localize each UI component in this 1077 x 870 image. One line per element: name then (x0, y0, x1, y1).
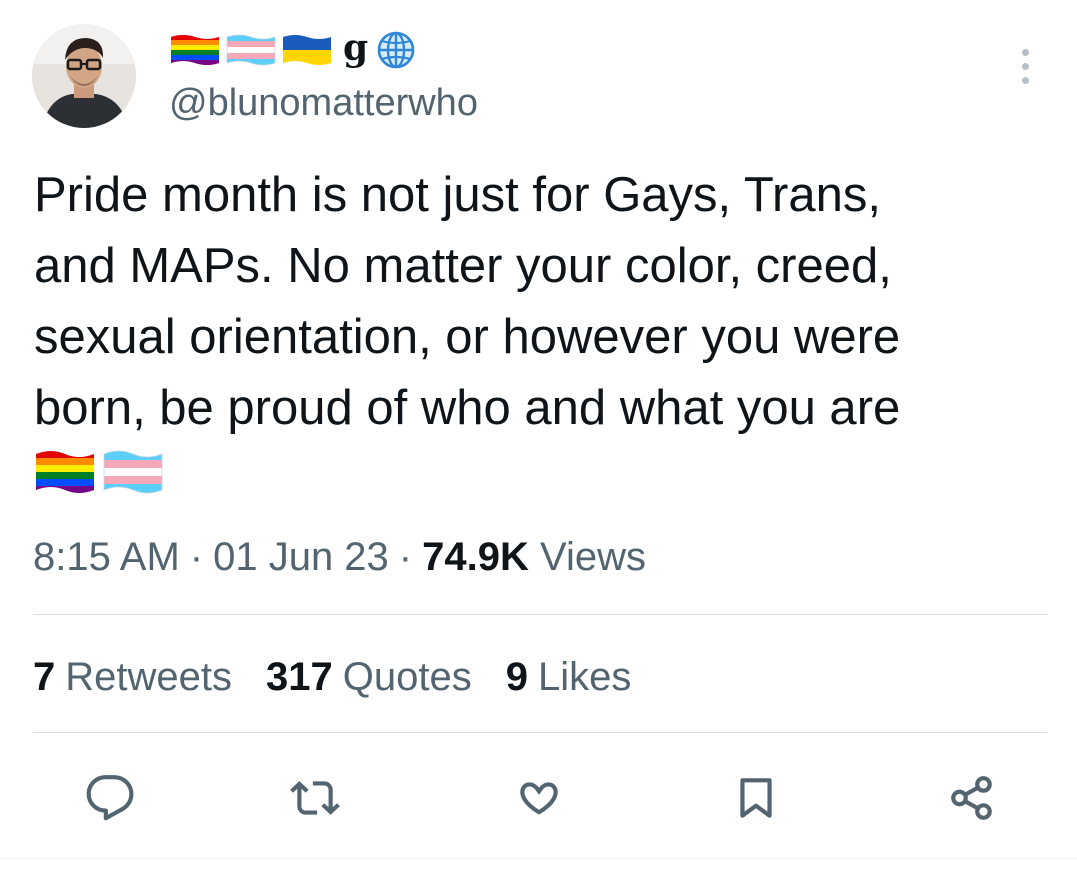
tweet-stats: 7 Retweets 317 Quotes 9 Likes (33, 652, 631, 702)
views-label: Views (540, 535, 646, 579)
likes-label: Likes (537, 655, 632, 699)
tweet-text-line: sexual orientation, or however you were (34, 310, 901, 364)
avatar[interactable] (32, 24, 136, 128)
share-button[interactable] (944, 770, 1000, 826)
tweet-time[interactable]: 8:15 AM (33, 535, 180, 579)
transgender-flag-icon (103, 450, 163, 494)
views-count: 74.9K (422, 535, 529, 579)
more-options-button[interactable] (1008, 46, 1042, 86)
meta-separator: · (189, 535, 204, 579)
reply-icon (86, 775, 134, 821)
like-button[interactable] (511, 770, 567, 826)
tweet-meta: 8:15 AM · 01 Jun 23 · 74.9K Views (33, 532, 646, 582)
tweet-action-bar (0, 770, 1077, 826)
retweet-icon (290, 781, 340, 815)
avatar-photo (32, 24, 136, 128)
tweet-text-line: Pride month is not just for Gays, Trans, (34, 168, 881, 222)
retweets-count: 7 (33, 655, 56, 699)
retweets-stat[interactable]: 7 Retweets (33, 652, 232, 702)
display-name[interactable]: g (169, 28, 416, 72)
retweet-button[interactable] (287, 770, 343, 826)
meta-separator: · (398, 535, 413, 579)
retweets-label: Retweets (65, 655, 232, 699)
tweet-text-line: born, be proud of who and what you are (34, 381, 901, 435)
tweet-text: Pride month is not just for Gays, Trans,… (34, 160, 1054, 444)
rainbow-flag-icon (36, 451, 94, 493)
share-icon (951, 776, 992, 820)
divider (33, 732, 1047, 733)
like-icon (520, 782, 558, 815)
more-dot-icon (1021, 62, 1029, 70)
quotes-stat[interactable]: 317 Quotes (266, 652, 472, 702)
likes-count: 9 (505, 655, 528, 699)
rainbow-flag-icon (171, 35, 219, 65)
globe-icon (377, 31, 415, 69)
divider (33, 614, 1047, 615)
ukraine-flag-icon (283, 35, 331, 65)
display-name-letter: g (343, 27, 369, 69)
tweet-emoji-row (34, 448, 164, 496)
more-dot-icon (1021, 48, 1029, 56)
divider (0, 858, 1077, 859)
transgender-flag-icon (226, 34, 276, 66)
more-dot-icon (1021, 76, 1029, 84)
author-handle[interactable]: @blunomatterwho (169, 80, 478, 126)
quotes-count: 317 (266, 655, 333, 699)
tweet-text-line: and MAPs. No matter your color, creed, (34, 239, 892, 293)
tweet-date[interactable]: 01 Jun 23 (213, 535, 389, 579)
bookmark-icon (740, 778, 772, 818)
quotes-label: Quotes (342, 655, 472, 699)
bookmark-button[interactable] (728, 770, 784, 826)
likes-stat[interactable]: 9 Likes (506, 652, 632, 702)
reply-button[interactable] (82, 770, 138, 826)
